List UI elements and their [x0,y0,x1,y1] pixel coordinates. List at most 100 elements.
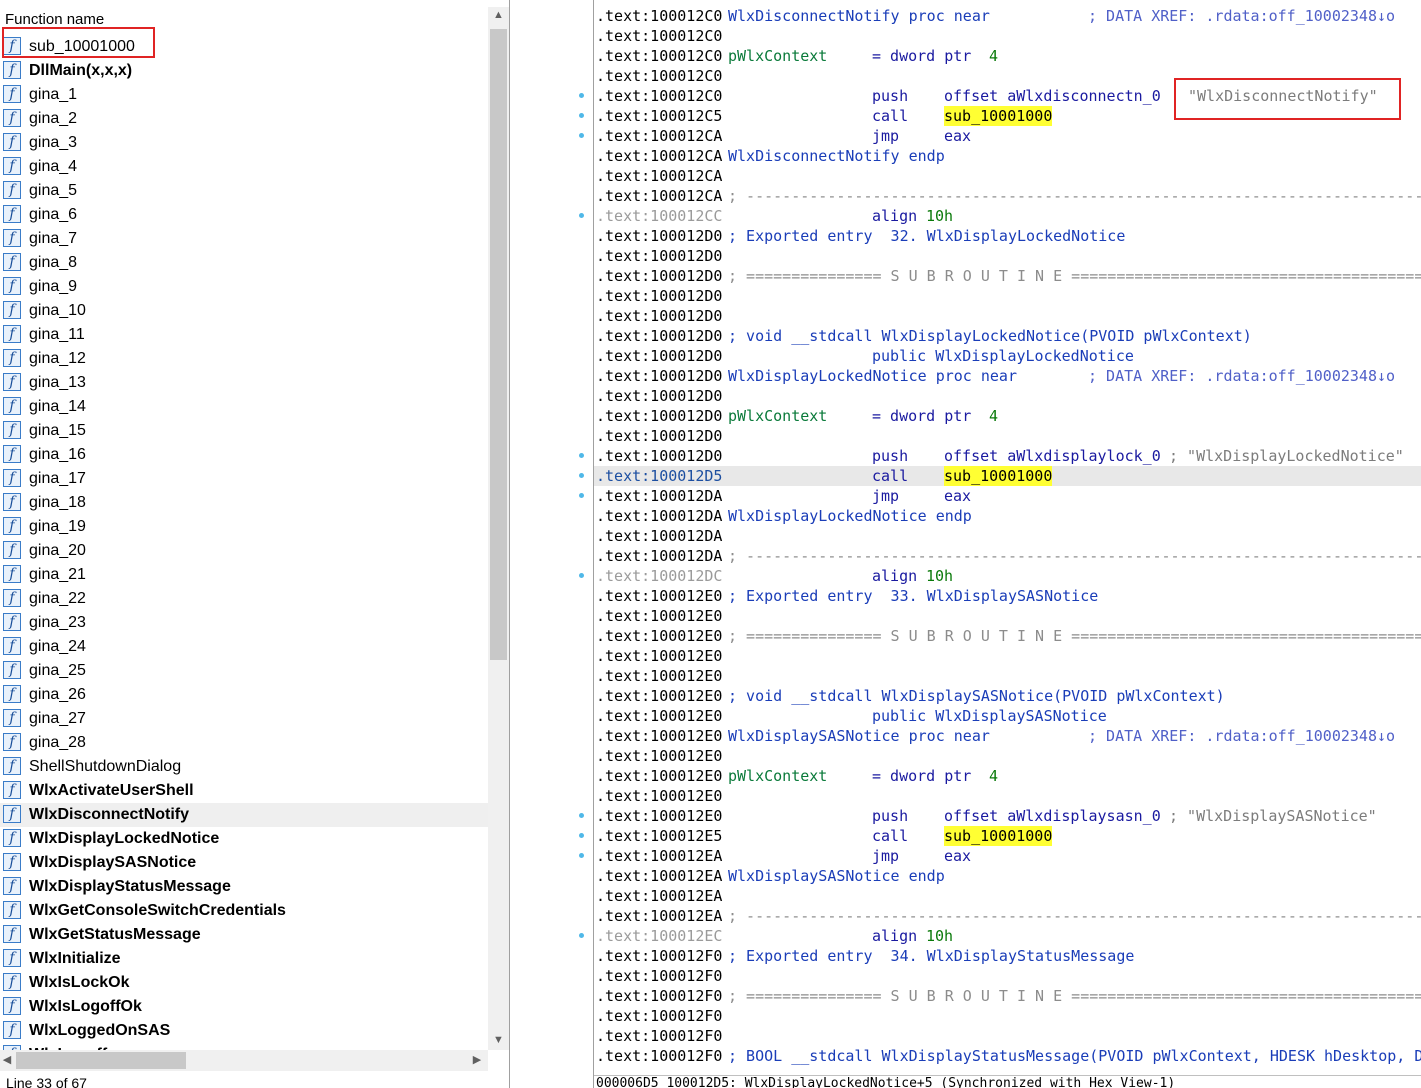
breakpoint-dot-icon[interactable] [579,453,584,458]
function-list-item[interactable]: f gina_14 [0,395,488,419]
code-token[interactable]: public WlxDisplaySASNotice [872,706,1107,726]
disassembly-line[interactable]: .text:100012F0 [594,1006,1421,1026]
function-list-item[interactable]: f gina_4 [0,155,488,179]
function-list-item[interactable]: f gina_23 [0,611,488,635]
function-list-item[interactable]: f gina_3 [0,131,488,155]
function-list-item[interactable]: f gina_15 [0,419,488,443]
disassembly-line[interactable]: .text:100012D0 [594,426,1421,446]
disassembly-line[interactable]: .text:100012F0 ; BOOL __stdcall WlxDispla… [594,1046,1421,1066]
disassembly-line[interactable]: .text:100012E0 WlxDisplaySASNotice proc n… [594,726,1421,746]
function-list-vertical-scrollbar[interactable]: ▲ ▼ [488,7,509,1050]
function-list-item[interactable]: f WlxIsLogoffOk [0,995,488,1019]
breakpoint-dot-icon[interactable] [579,853,584,858]
breakpoint-dot-icon[interactable] [579,933,584,938]
disassembly-line[interactable]: .text:100012DA ; ------------------------… [594,546,1421,566]
code-token[interactable]: ; BOOL __stdcall WlxDisplayStatusMessage… [728,1046,1421,1066]
disassembly-line[interactable]: .text:100012D0 [594,306,1421,326]
code-token[interactable]: ; void __stdcall WlxDisplaySASNotice(PVO… [728,686,1225,706]
disassembly-line[interactable]: .text:100012E0 [594,746,1421,766]
function-list-item[interactable]: f WlxDisplayStatusMessage [0,875,488,899]
scroll-left-arrow-icon[interactable]: ◀ [0,1053,14,1066]
disassembly-line[interactable]: .text:100012DC align 10h [594,566,1421,586]
function-list-item[interactable]: f gina_10 [0,299,488,323]
disassembly-line[interactable]: .text:100012E0 [594,666,1421,686]
disassembly-line[interactable]: .text:100012DA WlxDisplayLockedNotice end… [594,506,1421,526]
disassembly-line[interactable]: .text:100012E0 pWlxContext = dword ptr 4 [594,766,1421,786]
disassembly-line[interactable]: .text:100012D0 pWlxContext = dword ptr 4 [594,406,1421,426]
scroll-up-arrow-icon[interactable]: ▲ [488,9,509,21]
breakpoint-dot-icon[interactable] [579,93,584,98]
disassembly-line[interactable]: .text:100012EC align 10h [594,926,1421,946]
disassembly-line[interactable]: .text:100012D0 ; =============== S U B R … [594,266,1421,286]
function-list-item[interactable]: f gina_17 [0,467,488,491]
code-token[interactable]: WlxDisconnectNotify endp [728,146,945,166]
function-list-item[interactable]: f gina_12 [0,347,488,371]
function-list-item[interactable]: f gina_5 [0,179,488,203]
breakpoint-dot-icon[interactable] [579,213,584,218]
function-list-item[interactable]: f gina_9 [0,275,488,299]
function-list-item[interactable]: f gina_6 [0,203,488,227]
disassembly-line[interactable]: .text:100012E0 [594,646,1421,666]
code-token[interactable]: ; Exported entry 34. WlxDisplayStatusMes… [728,946,1134,966]
disassembly-line[interactable]: .text:100012CA ; ------------------------… [594,186,1421,206]
function-list-item[interactable]: f gina_8 [0,251,488,275]
disassembly-line[interactable]: .text:100012F0 [594,966,1421,986]
function-list-item[interactable]: f WlxDisplaySASNotice [0,851,488,875]
code-token[interactable]: ; Exported entry 33. WlxDisplaySASNotice [728,586,1098,606]
function-list-item[interactable]: f WlxDisplayLockedNotice [0,827,488,851]
code-token[interactable]: ; Exported entry 32. WlxDisplayLockedNot… [728,226,1125,246]
breakpoint-dot-icon[interactable] [579,833,584,838]
function-list-item[interactable]: f gina_16 [0,443,488,467]
highlighted-symbol[interactable]: sub_10001000 [944,466,1053,486]
disassembly-view[interactable]: .text:100012C0 WlxDisconnectNotify proc n… [593,0,1421,1088]
code-token[interactable]: WlxDisconnectNotify proc near [728,6,990,26]
highlighted-symbol[interactable]: sub_10001000 [944,106,1053,126]
code-token[interactable]: public WlxDisplayLockedNotice [872,346,1134,366]
code-token[interactable]: ; void __stdcall WlxDisplayLockedNotice(… [728,326,1252,346]
function-list-horizontal-scrollbar[interactable]: ◀ ▶ [0,1050,488,1071]
disassembly-line[interactable]: .text:100012DA [594,526,1421,546]
disassembly-line[interactable]: .text:100012D0 ; void __stdcall WlxDispla… [594,326,1421,346]
function-list-item[interactable]: f gina_18 [0,491,488,515]
disassembly-line[interactable]: .text:100012F0 [594,1026,1421,1046]
disassembly-line[interactable]: .text:100012D0 push offset aWlxdisplaylock… [594,446,1421,466]
function-list-item[interactable]: f gina_20 [0,539,488,563]
scrollbar-thumb[interactable] [16,1052,186,1069]
breakpoint-dot-icon[interactable] [579,813,584,818]
function-list-item[interactable]: f gina_25 [0,659,488,683]
highlighted-symbol[interactable]: sub_10001000 [944,826,1053,846]
disassembly-line[interactable]: .text:100012D0 ; Exported entry 32. WlxDi… [594,226,1421,246]
disassembly-line[interactable]: .text:100012D0 WlxDisplayLockedNotice pro… [594,366,1421,386]
function-list-item[interactable]: f gina_26 [0,683,488,707]
disassembly-line[interactable]: .text:100012CA WlxDisconnectNotify endp [594,146,1421,166]
disassembly-line[interactable]: .text:100012E5 call sub_10001000 [594,826,1421,846]
disassembly-line[interactable]: .text:100012D0 [594,386,1421,406]
function-list-item[interactable]: f WlxActivateUserShell [0,779,488,803]
disassembly-line[interactable]: .text:100012E0 public WlxDisplaySASNotice [594,706,1421,726]
disassembly-line[interactable]: .text:100012EA jmp eax [594,846,1421,866]
disassembly-line[interactable]: .text:100012D5 call sub_10001000 [594,466,1421,486]
function-list-item[interactable]: f ShellShutdownDialog [0,755,488,779]
function-list-item[interactable]: f gina_28 [0,731,488,755]
disassembly-line[interactable]: .text:100012E0 push offset aWlxdisplaysasn… [594,806,1421,826]
disassembly-line[interactable]: .text:100012E0 [594,606,1421,626]
breakpoint-dot-icon[interactable] [579,493,584,498]
code-token[interactable]: WlxDisplaySASNotice endp [728,866,945,886]
scrollbar-thumb[interactable] [490,29,507,660]
disassembly-line[interactable]: .text:100012F0 ; Exported entry 34. WlxDi… [594,946,1421,966]
code-token[interactable]: WlxDisplayLockedNotice proc near [728,366,1017,386]
function-list-item[interactable]: f gina_13 [0,371,488,395]
function-list-item[interactable]: f gina_22 [0,587,488,611]
disassembly-line[interactable]: .text:100012D0 [594,246,1421,266]
disassembly-line[interactable]: .text:100012EA WlxDisplaySASNotice endp [594,866,1421,886]
function-list-item[interactable]: f WlxInitialize [0,947,488,971]
disassembly-line[interactable]: .text:100012E0 ; =============== S U B R … [594,626,1421,646]
function-list-item[interactable]: f gina_1 [0,83,488,107]
disassembly-line[interactable]: .text:100012CC align 10h [594,206,1421,226]
function-list-item[interactable]: f gina_27 [0,707,488,731]
breakpoint-dot-icon[interactable] [579,113,584,118]
function-list-item[interactable]: f WlxLoggedOnSAS [0,1019,488,1043]
disassembly-line[interactable]: .text:100012D0 public WlxDisplayLockedNot… [594,346,1421,366]
function-list-item[interactable]: f DllMain(x,x,x) [0,59,488,83]
disassembly-line[interactable]: .text:100012C0 pWlxContext = dword ptr 4 [594,46,1421,66]
